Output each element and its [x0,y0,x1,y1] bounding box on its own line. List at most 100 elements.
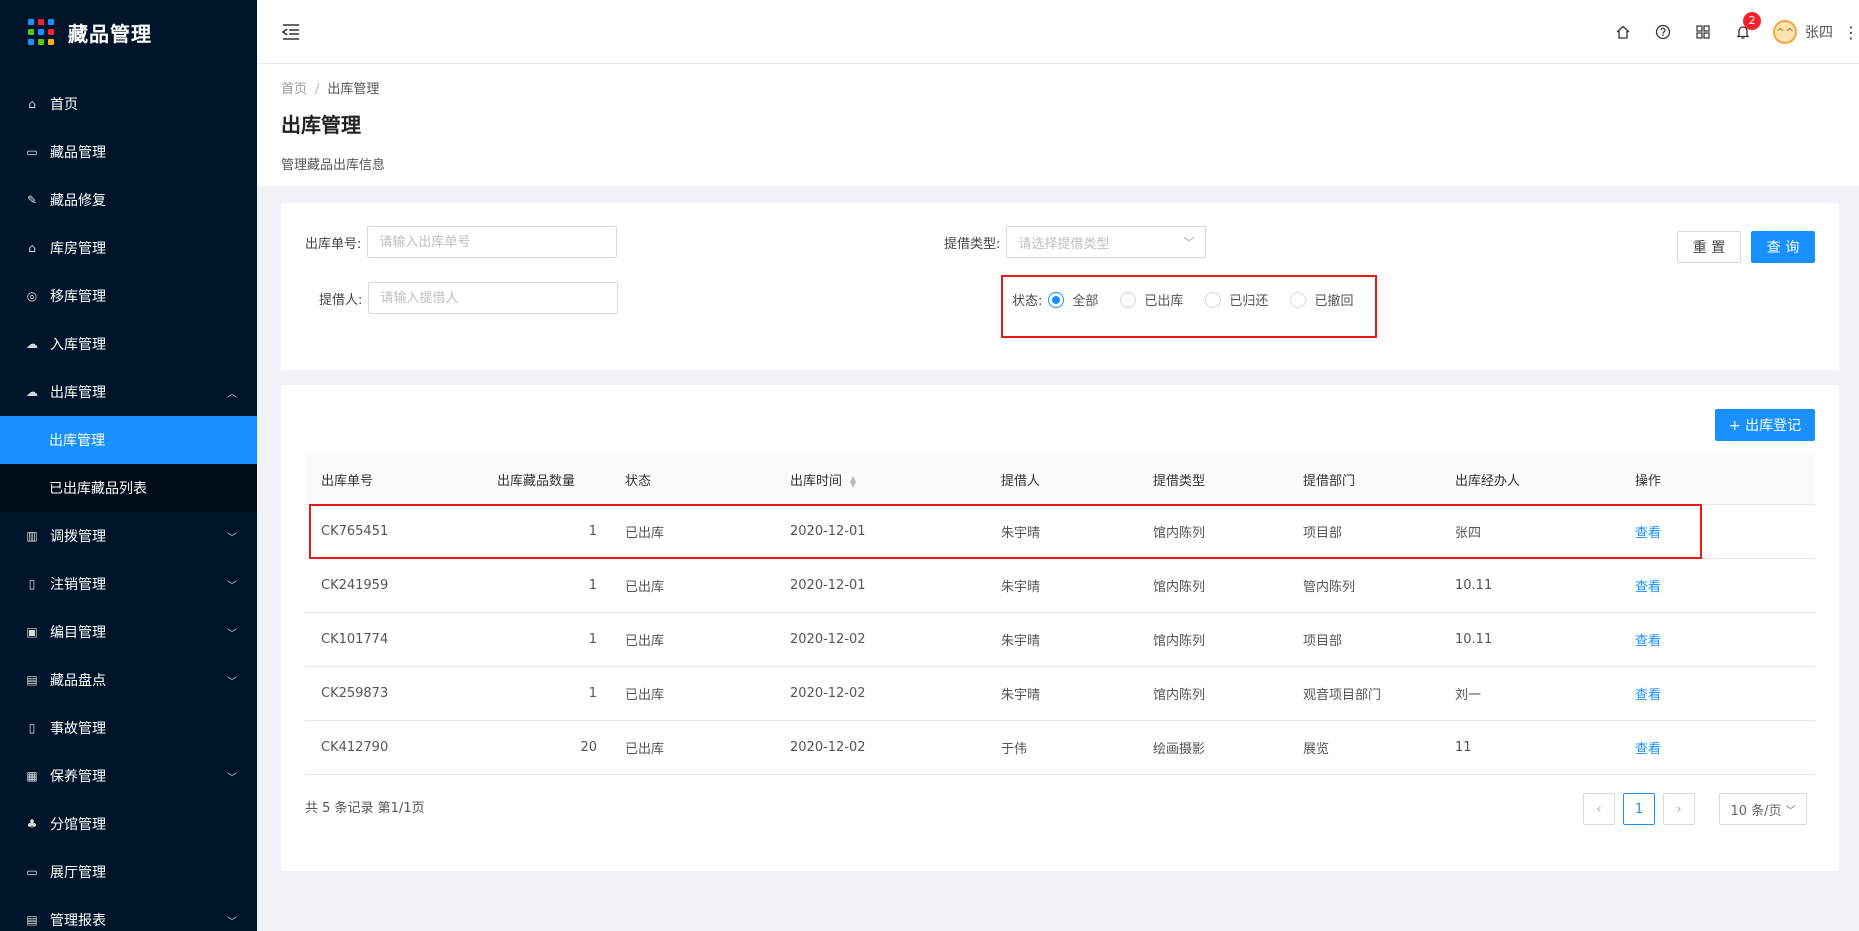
table-header: 出库单号 出库藏品数量 状态 出库时间 ▲ ▼ 提借人 提借类型 提借部门 出库经办… [305,455,1815,505]
cell-outbound-time: 2020-12-02 [790,740,866,755]
table-row: CK412790 20 已出库 2020-12-02 于伟 绘画摄影 展览 11… [305,721,1815,775]
pagination: ‹ 1 › 10 条/页 ﹀ [1575,793,1807,825]
cell-department: 展览 [1303,742,1330,757]
sidebar-item-branch[interactable]: ♣ 分馆管理 [0,800,257,848]
home-icon[interactable] [1603,0,1643,64]
chevron-left-icon: ‹ [1596,801,1602,817]
cell-quantity: 1 [588,686,597,701]
breadcrumb-home[interactable]: 首页 [281,82,307,97]
cell-order-no: CK259873 [321,686,389,701]
sidebar-item-warehouse[interactable]: ⌂ 库房管理 [0,224,257,272]
chevron-right-icon: › [1676,801,1682,817]
col-outbound-time[interactable]: 出库时间 ▲ ▼ [790,470,856,489]
logo: 藏品管理 [0,0,257,64]
apps-icon[interactable] [1683,0,1723,64]
borrow-type-select[interactable]: 请选择提借类型 ﹀ [1006,226,1207,258]
accident-icon: ▯ [28,721,36,735]
chevron-down-icon: ﹀ [1785,805,1796,817]
add-outbound-button[interactable]: + 出库登记 [1715,409,1815,441]
breadcrumb-separator: / [315,82,320,97]
sidebar-item-outbound[interactable]: ☁ 出库管理 ︿ [0,368,257,416]
cell-status: 已出库 [625,526,665,541]
order-no-label: 出库单号: [305,236,362,252]
sidebar: 藏品管理 ⌂ 首页 ▭ 藏品管理 ✎ 藏品修复 ⌂ 库房管理 ◎ 移库管理 ☁ 入库管理 ☁… [0,0,257,931]
sidebar-item-transfer[interactable]: ◎ 移库管理 [0,272,257,320]
outbound-table: 出库单号 出库藏品数量 状态 出库时间 ▲ ▼ 提借人 提借类型 提借部门 出库经办… [305,455,1815,775]
sidebar-item-inventory[interactable]: ▤ 藏品盘点 ﹀ [0,656,257,704]
page-number-button[interactable]: 1 [1623,793,1655,825]
view-link[interactable]: 查看 [1635,738,1661,757]
warehouse-icon: ⌂ [28,241,36,255]
sidebar-item-inbound[interactable]: ☁ 入库管理 [0,320,257,368]
borrower-label: 提借人: [319,292,363,308]
cell-order-no: CK241959 [321,578,389,593]
status-highlight-box [1001,275,1377,338]
col-borrow-type: 提借类型 [1153,474,1206,489]
table-row: CK765451 1 已出库 2020-12-01 朱宇晴 馆内陈列 项目部 张… [305,505,1815,559]
sidebar-item-hall[interactable]: ▭ 展厅管理 [0,848,257,896]
cell-status: 已出库 [625,742,665,757]
cell-borrower: 朱宇晴 [1001,526,1041,541]
cell-handler: 刘一 [1455,688,1482,703]
sidebar-item-collection[interactable]: ▭ 藏品管理 [0,128,257,176]
calendar-icon: ▭ [26,145,38,159]
cell-department: 管内陈列 [1303,580,1356,595]
view-link[interactable]: 查看 [1635,522,1661,541]
sidebar-item-report[interactable]: ▤ 管理报表 ﹀ [0,896,257,931]
file-icon: ▯ [28,577,36,591]
table-row: CK259873 1 已出库 2020-12-02 朱宇晴 馆内陈列 观音项目部… [305,667,1815,721]
reset-button[interactable]: 重 置 [1677,231,1741,263]
top-header: 2 ^^ 张四 ⋮ [257,0,1859,64]
user-menu[interactable]: ^^ 张四 [1773,20,1833,44]
username: 张四 [1805,25,1833,41]
sidebar-item-repair[interactable]: ✎ 藏品修复 [0,176,257,224]
chevron-up-icon: ︿ [227,388,237,400]
chevron-down-icon: ﹀ [1183,236,1195,249]
help-icon[interactable] [1643,0,1683,64]
view-link[interactable]: 查看 [1635,684,1661,703]
prev-page-button[interactable]: ‹ [1583,793,1615,825]
col-quantity: 出库藏品数量 [497,474,576,489]
sidebar-item-maintenance[interactable]: ▦ 保养管理 ﹀ [0,752,257,800]
cell-quantity: 20 [580,740,597,755]
cell-status: 已出库 [625,634,665,649]
sort-icon[interactable]: ▲ ▼ [850,474,856,488]
cell-handler: 10.11 [1455,578,1493,593]
borrow-type-field: 提借类型: 请选择提借类型 ﹀ [944,226,1207,258]
page-size-select[interactable]: 10 条/页 ﹀ [1719,793,1807,825]
cell-quantity: 1 [588,578,597,593]
download-icon: ☁ [26,385,38,399]
next-page-button[interactable]: › [1663,793,1695,825]
header-actions: 2 ^^ 张四 ⋮ [1603,0,1859,64]
cell-borrow-type: 馆内陈列 [1153,580,1206,595]
page-title: 出库管理 [281,113,361,137]
more-vertical-icon[interactable]: ⋮ [1843,23,1859,42]
search-button[interactable]: 查 询 [1751,231,1815,263]
sidebar-item-allocation[interactable]: ▥ 调拨管理 ﹀ [0,512,257,560]
app-grid-icon [28,19,54,45]
breadcrumb: 首页 / 出库管理 [281,78,1835,97]
page-description: 管理藏品出库信息 [281,158,386,173]
view-link[interactable]: 查看 [1635,576,1661,595]
cell-handler: 11 [1455,740,1472,755]
sidebar-item-home[interactable]: ⌂ 首页 [0,80,257,128]
borrower-input[interactable] [368,282,619,314]
sidebar-item-cancel[interactable]: ▯ 注销管理 ﹀ [0,560,257,608]
order-no-input[interactable] [367,226,618,258]
cell-order-no: CK412790 [321,740,389,755]
chevron-down-icon: ﹀ [227,916,237,928]
table-row: CK101774 1 已出库 2020-12-02 朱宇晴 馆内陈列 项目部 1… [305,613,1815,667]
sidebar-subitem-outbound-manage[interactable]: 出库管理 [0,416,257,464]
notification-badge: 2 [1743,12,1761,30]
cell-quantity: 1 [588,632,597,647]
view-link[interactable]: 查看 [1635,630,1661,649]
chevron-down-icon: ﹀ [227,676,237,688]
bell-icon[interactable]: 2 [1723,0,1763,64]
cell-borrower: 朱宇晴 [1001,688,1041,703]
sidebar-item-catalog[interactable]: ▣ 编目管理 ﹀ [0,608,257,656]
sidebar-subitem-outbound-list[interactable]: 已出库藏品列表 [0,464,257,512]
cell-order-no: CK765451 [321,524,389,539]
menu-collapse-icon[interactable] [281,22,301,42]
sidebar-item-accident[interactable]: ▯ 事故管理 [0,704,257,752]
branch-icon: ♣ [26,817,38,831]
